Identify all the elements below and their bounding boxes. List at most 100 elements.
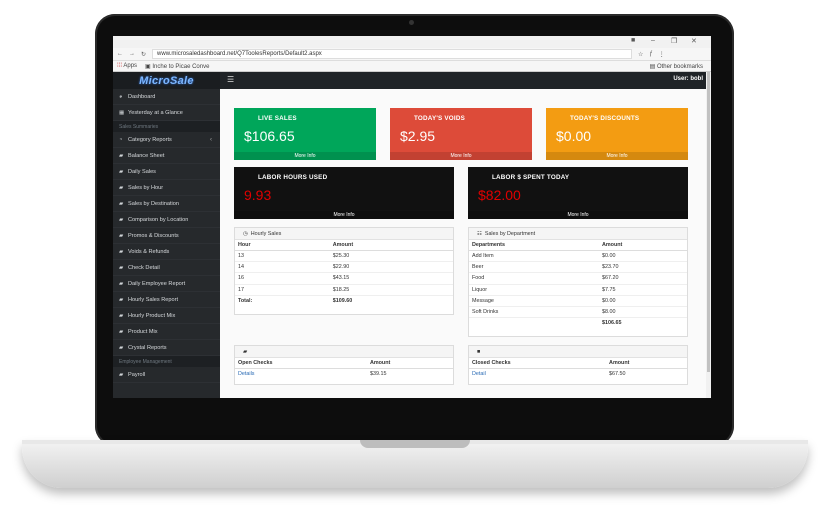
book-icon: ▰ (119, 216, 124, 223)
sidebar-item-label: Sales by Hour (128, 184, 164, 191)
todays-voids-more-info[interactable]: More Info (390, 152, 532, 160)
scrollbar-thumb[interactable] (707, 72, 710, 372)
sidebar-item-voids-refunds[interactable]: ▰ Voids & Refunds (113, 244, 220, 260)
user-icon[interactable]: ■ (631, 37, 635, 44)
sidebar-item-label: Hourly Sales Report (128, 296, 179, 303)
sidebar-item-hourly-sales-report[interactable]: ▰ Hourly Sales Report (113, 292, 220, 308)
bookmark-inche[interactable]: ▣ Inche to Picae Conve (145, 63, 209, 70)
user-label: User: (673, 76, 689, 82)
todays-discounts-title: TODAY'S DISCOUNTS (570, 115, 640, 122)
hourly-sales-header: ◷ Hourly Sales (235, 228, 453, 240)
extension-icon[interactable]: ƒ (649, 51, 652, 57)
sidebar-item-daily-employee-report[interactable]: ▰ Daily Employee Report (113, 276, 220, 292)
labor-spent-more-info[interactable]: More Info (468, 211, 688, 219)
book-icon: ▰ (119, 280, 124, 287)
maximize-icon[interactable]: ❐ (671, 37, 677, 45)
table-row: Soft Drinks $8.00 (469, 305, 687, 318)
hourly-sales-table: Hour Amount 13 $25.30 14 $22.90 16 $43.15 17… (235, 240, 453, 307)
table-row: 14 $22.90 (235, 261, 453, 273)
list-icon: ☷ (477, 230, 482, 237)
table-row: Beer $23.70 (469, 261, 687, 273)
cell: $67.50 (606, 367, 687, 380)
folder-open-icon: ▰ (243, 348, 248, 355)
sales-by-department-header: ☷ Sales by Department (469, 228, 687, 240)
hamburger-menu-icon[interactable]: ☰ (227, 75, 234, 84)
logo[interactable]: MicroSale (113, 72, 220, 89)
total-row: $106.65 (469, 317, 687, 329)
user-info[interactable]: User: bobl (673, 76, 703, 82)
total-label: Total: (235, 294, 330, 307)
table-row: 13 $25.30 (235, 249, 453, 262)
closed-checks-detail-link[interactable]: Detail (472, 371, 486, 377)
laptop-notch (360, 440, 470, 448)
star-icon[interactable]: ☆ (638, 51, 643, 58)
logo-text: MicroSale (139, 74, 194, 87)
sidebar-item-dashboard[interactable]: ◕ Dashboard (113, 89, 220, 105)
table-row: Detail $67.50 (469, 367, 687, 380)
labor-hours-title: LABOR HOURS USED (258, 174, 328, 181)
sidebar-item-yesterday[interactable]: ▦ Yesterday at a Glance (113, 105, 220, 121)
table-row: Food $67.20 (469, 272, 687, 285)
sidebar-item-label: Payroll (128, 371, 146, 378)
column-header: Hour (235, 240, 330, 251)
clock-icon: ◷ (243, 230, 248, 237)
live-sales-box: LIVE SALES $106.65 More Info (234, 108, 376, 160)
table-row: 16 $43.15 (235, 272, 453, 285)
table-row: 17 $18.25 (235, 283, 453, 296)
cell: Add Item (469, 249, 599, 262)
book-icon: ▰ (119, 200, 124, 207)
menu-icon[interactable]: ⋮ (659, 51, 665, 58)
column-header: Amount (606, 358, 687, 369)
cell: $0.00 (598, 294, 687, 307)
sales-by-department-table: Departments Amount Add Item $0.00 Beer $23.… (469, 240, 687, 329)
sidebar-item-daily-sales[interactable]: ▰ Daily Sales (113, 164, 220, 180)
total-value: $109.60 (329, 294, 453, 307)
sidebar-item-comparison-by-location[interactable]: ▰ Comparison by Location (113, 212, 220, 228)
close-icon[interactable]: ✕ (691, 37, 697, 45)
chevron-left-icon: ‹ (210, 136, 212, 143)
column-header: Amount (598, 240, 687, 251)
url-field[interactable]: www.microsaledashboard.net/Q7ToolesRepor… (152, 49, 633, 59)
cell: 16 (235, 272, 330, 285)
cell (469, 317, 599, 329)
sidebar: ◕ Dashboard ▦ Yesterday at a Glance Sales … (113, 89, 220, 398)
cell: Detail (469, 367, 607, 380)
sidebar-section-sales: Sales Summaries (113, 121, 220, 132)
cell: $43.15 (329, 272, 453, 285)
labor-hours-more-info[interactable]: More Info (234, 211, 454, 219)
book-icon: ▰ (119, 152, 124, 159)
cell: Details (235, 367, 367, 380)
sidebar-item-promos-discounts[interactable]: ▰ Promos & Discounts (113, 228, 220, 244)
scrollbar[interactable] (706, 72, 711, 398)
book-icon: ▰ (119, 184, 124, 191)
live-sales-value: $106.65 (244, 128, 295, 144)
book-icon: ▰ (119, 232, 124, 239)
sidebar-item-category-reports[interactable]: ◔ Category Reports ‹ (113, 132, 220, 148)
sidebar-item-payroll[interactable]: ▰ Payroll (113, 367, 220, 383)
open-checks-details-link[interactable]: Details (238, 371, 254, 377)
back-icon[interactable]: ← (117, 51, 123, 57)
total-value: $106.65 (598, 317, 687, 329)
book-icon: ▰ (119, 371, 124, 378)
cell: Liquor (469, 283, 599, 296)
table-row: Add Item $0.00 (469, 249, 687, 262)
apps-bookmark[interactable]: ⁞⁞⁞ Apps (117, 63, 137, 69)
sidebar-item-hourly-product-mix[interactable]: ▰ Hourly Product Mix (113, 308, 220, 324)
reload-icon[interactable]: ↻ (141, 51, 146, 58)
todays-discounts-more-info[interactable]: More Info (546, 152, 688, 160)
sales-by-department-title: Sales by Department (484, 230, 536, 237)
sidebar-item-balance-sheet[interactable]: ▰ Balance Sheet (113, 148, 220, 164)
sidebar-item-sales-by-destination[interactable]: ▰ Sales by Destination (113, 196, 220, 212)
minimize-icon[interactable]: – (651, 37, 655, 44)
sidebar-item-crystal-reports[interactable]: ▰ Crystal Reports (113, 340, 220, 356)
forward-icon[interactable]: → (129, 51, 135, 57)
table-row: Liquor $7.75 (469, 283, 687, 296)
bookmarks-bar: ⁞⁞⁞ Apps ▣ Inche to Picae Conve ▤ Other … (113, 61, 711, 72)
other-bookmarks[interactable]: ▤ Other bookmarks (650, 63, 703, 70)
sidebar-item-product-mix[interactable]: ▰ Product Mix (113, 324, 220, 340)
sidebar-item-check-detail[interactable]: ▰ Check Detail (113, 260, 220, 276)
book-icon: ▰ (119, 312, 124, 319)
sidebar-item-sales-by-hour[interactable]: ▰ Sales by Hour (113, 180, 220, 196)
book-icon: ▰ (119, 248, 124, 255)
live-sales-more-info[interactable]: More Info (234, 152, 376, 160)
